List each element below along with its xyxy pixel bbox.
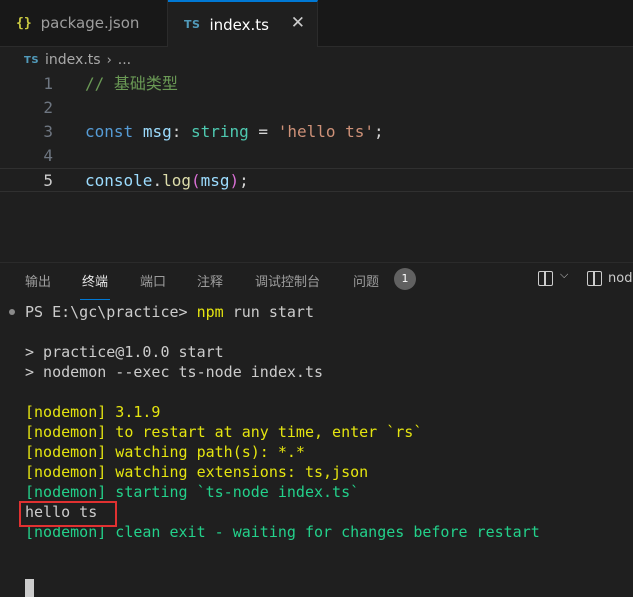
line-number: 4 [43,146,53,165]
variable: msg [142,122,172,141]
tab-debug-console[interactable]: 调试控制台 [255,271,320,290]
comment: // 基础类型 [85,74,178,93]
paren: ) [229,171,240,190]
tab-output[interactable]: 输出 [25,271,51,290]
terminal-instance-icon[interactable] [587,271,602,286]
command-decoration-icon[interactable] [9,309,15,315]
terminal-line: [nodemon] 3.1.9 [25,403,161,421]
punctuation: . [152,171,163,190]
line-number: 2 [43,98,53,117]
terminal-line: PS E:\gc\practice> npm run start [25,302,314,322]
object: console [85,171,153,190]
close-icon[interactable]: ✕ [291,13,305,33]
terminal-line: [nodemon] watching path(s): *.* [25,443,305,461]
chevron-right-icon: › [106,52,112,68]
line-number: 3 [43,122,53,141]
breadcrumb-file[interactable]: index.ts [45,52,101,68]
line-number: 1 [43,74,53,93]
code-editor[interactable]: 1 // 基础类型 2 3 const msg: string = 'hello… [0,72,633,262]
command-args: run start [223,303,314,321]
function-name: log [162,171,191,190]
terminal-line: [nodemon] starting `ts-node index.ts` [25,483,360,501]
terminal-output[interactable]: PS E:\gc\practice> npm run start > pract… [0,301,633,597]
editor-tab-bar: {} package.json TS index.ts ✕ [0,0,633,47]
code-line: 1 // 基础类型 [0,72,633,96]
terminal-line: [nodemon] to restart at any time, enter … [25,423,423,441]
keyword: const [85,122,134,141]
string-literal: 'hello ts' [277,122,375,141]
line-content: // 基础类型 [85,72,178,96]
code-line-current: 5 console.log(msg); [0,168,633,192]
panel-tab-bar: 输出 终端 端口 注释 调试控制台 问题 1 ⌵ node [0,263,633,300]
bottom-panel: 输出 终端 端口 注释 调试控制台 问题 1 ⌵ node PS E:\gc\p… [0,262,633,597]
tab-package-json[interactable]: {} package.json [0,0,168,46]
typescript-file-icon: TS [24,54,40,66]
tab-problems[interactable]: 问题 [353,271,379,290]
breadcrumb: TS index.ts › ... [24,48,131,72]
line-content: console.log(msg); [85,169,249,193]
breadcrumb-more[interactable]: ... [118,52,131,68]
punctuation: ; [374,122,384,141]
terminal-cursor [25,579,34,597]
tab-index-ts[interactable]: TS index.ts ✕ [168,0,318,47]
json-file-icon: {} [16,15,32,31]
tab-label: index.ts [209,15,269,34]
paren: ( [190,171,201,190]
line-number: 5 [43,171,53,190]
terminal-line: [nodemon] watching extensions: ts,json [25,463,369,481]
split-terminal-icon[interactable] [538,271,553,286]
command-name: npm [196,303,224,321]
line-content: const msg: string = 'hello ts'; [85,120,384,144]
tab-terminal[interactable]: 终端 [79,271,111,300]
typescript-file-icon: TS [184,18,201,31]
chevron-down-icon[interactable]: ⌵ [560,268,568,282]
code-line: 3 const msg: string = 'hello ts'; [0,120,633,144]
terminal-line: > nodemon --exec ts-node index.ts [25,363,324,381]
terminal-line: > practice@1.0.0 start [25,343,224,361]
punctuation: ; [239,171,249,190]
code-line: 2 [0,96,633,120]
type-name: string [190,122,249,141]
problems-count-badge: 1 [394,268,416,290]
tab-label: package.json [40,14,140,32]
tab-ports[interactable]: 端口 [140,271,166,290]
tab-comments[interactable]: 注释 [197,271,223,290]
highlight-annotation [19,501,117,527]
terminal-instance-label[interactable]: node [608,271,633,286]
code-line: 4 [0,144,633,168]
punctuation: : [171,122,191,141]
argument: msg [200,171,230,190]
operator: = [248,122,278,141]
prompt: PS E:\gc\practice> [25,303,197,321]
